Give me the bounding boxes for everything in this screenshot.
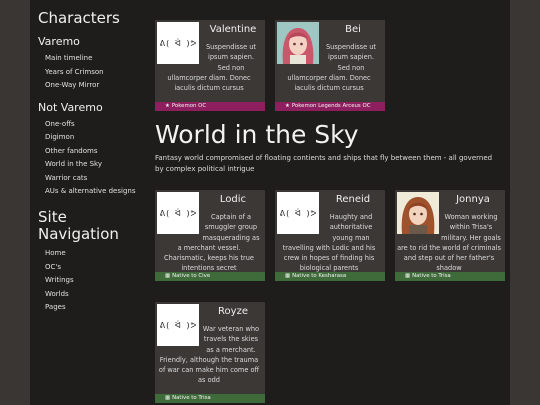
card-tag: ▦ Native to Cive (155, 272, 265, 281)
sidebar-link-main-timeline[interactable]: Main timeline (38, 52, 148, 66)
card-tag: ★ Pokemon OC (155, 102, 265, 111)
character-card-valentine[interactable]: ᕕ( ᐛ )ᕗ Valentine Suspendisse ut ipsum s… (155, 20, 265, 111)
character-card-jonnya[interactable]: Jonnya Woman working within Trisa's mili… (395, 190, 505, 281)
map-icon: ▦ (405, 273, 411, 279)
card-name: Valentine (209, 24, 257, 35)
sidebar-link-warrior-cats[interactable]: Warrior cats (38, 172, 148, 186)
card-name: Bei (345, 24, 361, 35)
section-description: Fantasy world compromised of floating co… (155, 154, 493, 173)
map-icon: ▦ (165, 273, 171, 279)
nav-link-home[interactable]: Home (38, 247, 148, 261)
card-description: War veteran who travels the skies as a m… (158, 325, 260, 385)
site-navigation-title: Site Navigation (38, 207, 119, 243)
page-container: Characters Varemo Main timeline Years of… (30, 0, 510, 405)
sidebar-link-one-way-mirror[interactable]: One-Way Mirror (38, 79, 148, 93)
card-tag: ★ Pokemon Legends Arceus OC (275, 102, 385, 111)
nav-link-worlds[interactable]: Worlds (38, 288, 148, 302)
map-icon: ▦ (165, 395, 171, 401)
card-tag: ▦ Native to Trisa (155, 394, 265, 403)
card-description: Suspendisse ut ipsum sapien. Sed non ull… (167, 43, 257, 93)
nav-link-pages[interactable]: Pages (38, 301, 148, 315)
character-card-reneid[interactable]: ᕕ( ᐛ )ᕗ Reneid Haughty and authoritative… (275, 190, 385, 281)
card-description: Woman working within Trisa's military. H… (397, 213, 501, 273)
sidebar-heading-not-varemo: Not Varemo (38, 100, 103, 114)
sidebar-title: Characters (38, 9, 120, 27)
sidebar: Characters Varemo Main timeline Years of… (38, 9, 148, 315)
character-card-lodic[interactable]: ᕕ( ᐛ )ᕗ Lodic Captain of a smuggler grou… (155, 190, 265, 281)
sidebar-link-other-fandoms[interactable]: Other fandoms (38, 145, 148, 159)
section-title: World in the Sky (155, 120, 359, 149)
card-name: Reneid (335, 194, 371, 205)
card-tag: ▦ Native to Trisa (395, 272, 505, 281)
card-tag: ▦ Native to Kesharasa (275, 272, 385, 281)
star-icon: ★ (285, 103, 290, 109)
card-description: Captain of a smuggler group masquerading… (164, 213, 260, 273)
character-card-bei[interactable]: Bei Suspendisse ut ipsum sapien. Sed non… (275, 20, 385, 111)
nav-link-ocs[interactable]: OC's (38, 261, 148, 275)
card-name: Jonnya (456, 194, 490, 205)
sidebar-link-one-offs[interactable]: One-offs (38, 118, 148, 132)
star-icon: ★ (165, 103, 170, 109)
sidebar-link-years-of-crimson[interactable]: Years of Crimson (38, 66, 148, 80)
card-description: Haughty and authoritative young man trav… (282, 213, 376, 273)
sidebar-link-digimon[interactable]: Digimon (38, 131, 148, 145)
map-icon: ▦ (285, 273, 291, 279)
sidebar-heading-varemo: Varemo (38, 35, 80, 49)
right-margin-band (510, 0, 540, 405)
sidebar-link-aus[interactable]: AUs & alternative designs (38, 185, 148, 199)
card-description: Suspendisse ut ipsum sapien. Sed non ull… (287, 43, 377, 93)
sidebar-link-world-in-the-sky[interactable]: World in the Sky (38, 158, 148, 172)
card-name: Royze (218, 306, 248, 317)
left-margin-band (0, 0, 30, 405)
nav-link-writings[interactable]: Writings (38, 274, 148, 288)
card-name: Lodic (219, 194, 247, 205)
character-card-royze[interactable]: ᕕ( ᐛ )ᕗ Royze War veteran who travels th… (155, 302, 265, 403)
